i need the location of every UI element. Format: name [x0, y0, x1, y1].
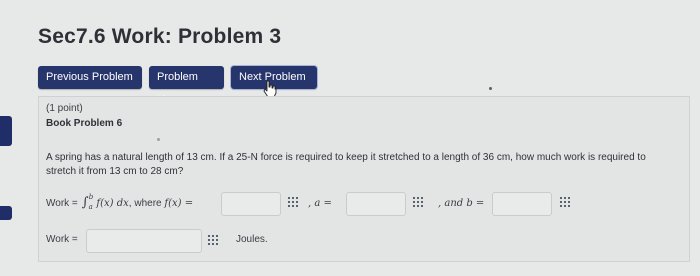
equation-editor-icon[interactable] [208, 235, 222, 247]
problem-statement: A spring has a natural length of 13 cm. … [46, 152, 646, 177]
equation-editor-icon[interactable] [413, 197, 427, 209]
equation-editor-icon[interactable] [560, 197, 574, 209]
a-input[interactable] [346, 192, 406, 216]
b-label: , and b = [438, 198, 485, 209]
previous-problem-button[interactable]: Previous Problem [38, 66, 142, 89]
integral-upper-limit: b [88, 192, 94, 201]
sidebar-tab-secondary[interactable] [0, 206, 12, 220]
b-input[interactable] [492, 192, 552, 216]
integral-lower-limit: a [88, 203, 93, 211]
equation-editor-icon[interactable] [288, 197, 302, 209]
problem-list-button[interactable]: Problem List [149, 66, 224, 106]
f-of-x-input[interactable] [221, 192, 281, 216]
work-label: Work = [46, 197, 78, 209]
artifact-dot [489, 87, 492, 90]
integrand: f(x) dx [96, 198, 129, 209]
f-of-x-label: f(x) = [164, 198, 194, 209]
problem-source: Book Problem 6 [46, 118, 123, 129]
work-answer-label: Work = [46, 234, 78, 245]
point-value: (1 point) [46, 103, 83, 114]
artifact-dot [157, 138, 160, 141]
where-text: , where [128, 198, 165, 209]
integral-sign: ∫ [81, 195, 89, 210]
work-answer-input[interactable] [86, 229, 202, 253]
sidebar-tab[interactable] [0, 116, 12, 146]
page-title: Sec7.6 Work: Problem 3 [38, 25, 282, 48]
work-formula-row: Work = ∫ab f(x) dx, where f(x) = [46, 191, 193, 215]
units-label: Joules. [236, 234, 268, 245]
integral-expression: ∫ab f(x) dx, where f(x) = [81, 192, 194, 211]
a-label: , a = [308, 198, 332, 209]
